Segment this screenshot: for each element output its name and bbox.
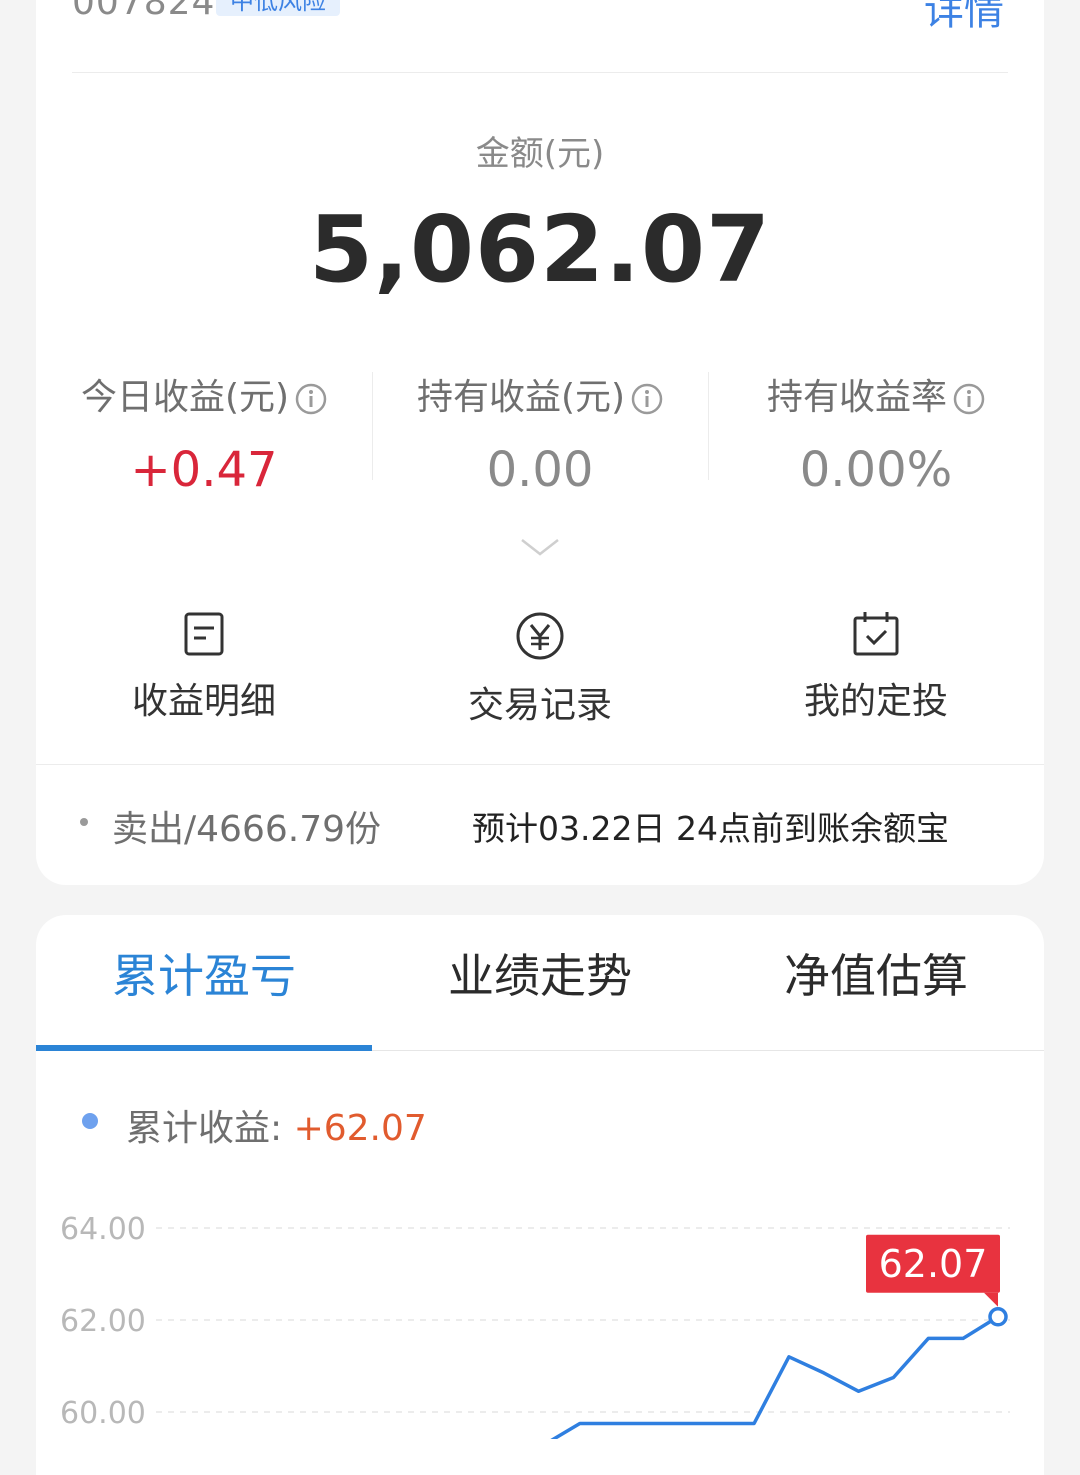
- cumulative-profit-chart: 64.00 62.00 60.00 62.07: [60, 1212, 1010, 1439]
- y-tick-label: 62.00: [60, 1304, 146, 1339]
- y-tick-label: 60.00: [60, 1396, 146, 1431]
- last-point-marker: [988, 1307, 1008, 1327]
- tooltip-pointer: [984, 1292, 998, 1307]
- series-line: [550, 1315, 999, 1439]
- tooltip-value: 62.07: [879, 1242, 988, 1286]
- y-tick-label: 64.00: [60, 1212, 146, 1247]
